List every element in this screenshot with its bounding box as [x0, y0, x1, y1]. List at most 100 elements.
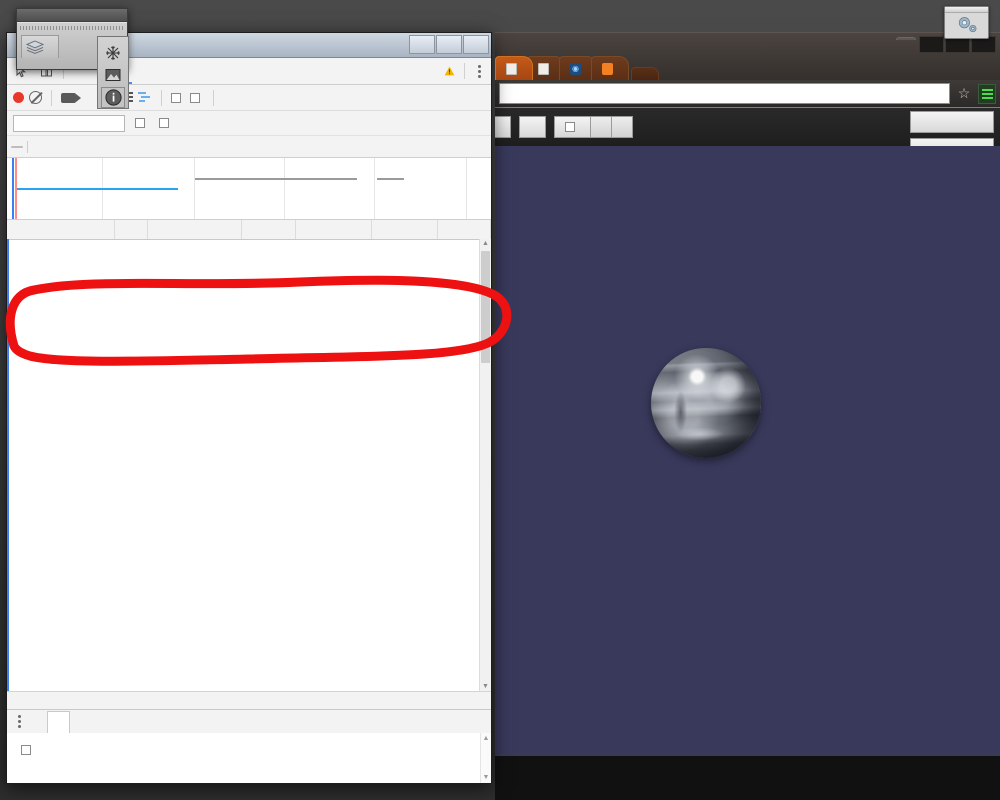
type-filter-ws[interactable] [116, 146, 128, 148]
network-overview-timeline[interactable] [7, 158, 491, 220]
drawer-tab-sensors[interactable] [47, 710, 70, 733]
type-filter-css[interactable] [56, 146, 68, 148]
devtools-minimize-button[interactable] [409, 35, 435, 54]
font-size-dropdown[interactable] [519, 116, 546, 138]
layers-vertical-toolbar [97, 36, 129, 109]
layers-floating-panel[interactable] [16, 8, 129, 109]
minimize-button[interactable] [919, 36, 944, 53]
type-filter-media[interactable] [80, 146, 92, 148]
devtools-close-button[interactable] [463, 35, 489, 54]
debug-layer-button[interactable] [612, 116, 633, 138]
clipped-toolbar-button[interactable] [495, 116, 511, 138]
disable-cache-checkbox[interactable] [190, 92, 204, 103]
network-status-bar [7, 691, 491, 709]
reflective-sphere [651, 348, 761, 458]
babylonjs-render-canvas[interactable] [495, 146, 1000, 754]
filter-input[interactable] [13, 114, 125, 132]
html5-icon [602, 62, 613, 75]
checkbox-icon[interactable] [135, 118, 145, 128]
layers-panel-titlebar [17, 9, 127, 22]
devtools-window-controls [409, 35, 489, 54]
hamburger-menu-icon[interactable] [978, 83, 996, 104]
column-header-name[interactable] [7, 220, 115, 240]
kebab-menu-icon[interactable] [471, 64, 487, 78]
divider [161, 89, 162, 106]
devtools-restore-button[interactable] [436, 35, 462, 54]
browser-tabstrip: ◉ [495, 55, 659, 80]
new-tab-button[interactable] [631, 67, 659, 80]
type-filter-xhr[interactable] [32, 146, 44, 148]
drag-grip-handle[interactable] [20, 26, 124, 30]
checkbox-icon[interactable] [21, 745, 31, 755]
checkbox-icon[interactable] [171, 92, 181, 103]
drawer-tab-console[interactable] [29, 711, 45, 733]
type-filter-manifest[interactable] [128, 146, 140, 148]
type-filter-js[interactable] [44, 146, 56, 148]
sensors-drawer-body: ▲ ▼ [7, 733, 491, 783]
document-icon [538, 62, 549, 75]
emulate-geolocation-checkbox[interactable] [21, 745, 35, 755]
waterfall-view-icon[interactable] [138, 92, 152, 103]
hide-data-urls-checkbox[interactable] [159, 118, 173, 128]
type-filter-img[interactable] [68, 146, 80, 148]
drawer-tabbar [7, 709, 491, 733]
scroll-down-arrow-icon[interactable]: ▼ [480, 683, 491, 690]
overview-request-bar [15, 188, 178, 190]
fullscreen-button[interactable] [910, 111, 994, 133]
clear-no-entry-icon[interactable] [29, 91, 42, 104]
playground-footer [495, 754, 1000, 800]
scrollbar-thumb[interactable] [481, 251, 490, 363]
divider [51, 89, 52, 106]
editor-toggle-button[interactable] [591, 116, 612, 138]
kebab-menu-icon[interactable] [11, 715, 27, 728]
checkbox-icon[interactable] [190, 92, 200, 103]
divider [27, 140, 28, 153]
gears-settings-window[interactable] [944, 6, 989, 39]
user-profile-badge[interactable] [896, 37, 916, 40]
scroll-down-arrow-icon[interactable]: ▼ [483, 774, 490, 781]
bookmark-star-icon[interactable]: ☆ [954, 85, 974, 102]
tab-timeline[interactable] [132, 58, 148, 84]
column-header-initiator[interactable] [241, 220, 296, 240]
network-requests-table[interactable]: ▲ ▼ [7, 220, 491, 691]
layers-tab[interactable] [21, 35, 59, 58]
warning-triangle-icon [444, 66, 455, 76]
overview-request-bar [195, 178, 357, 180]
column-header-time[interactable] [371, 220, 438, 240]
preserve-log-checkbox[interactable] [171, 92, 185, 103]
chrome-browser-window: ◉ ☆ [495, 32, 1000, 800]
gears-icon [958, 17, 976, 33]
type-filter-font[interactable] [92, 146, 104, 148]
column-header-size[interactable] [295, 220, 372, 240]
table-scrollbar[interactable]: ▲ ▼ [479, 239, 491, 691]
devtools-tabbar-right [444, 63, 491, 79]
info-icon[interactable] [101, 86, 125, 108]
scroll-up-arrow-icon[interactable]: ▲ [480, 240, 491, 247]
camera-filmstrip-icon[interactable] [61, 92, 81, 103]
image-icon[interactable] [101, 65, 125, 86]
type-filter-other[interactable] [140, 146, 152, 148]
browser-tab-4[interactable] [591, 56, 629, 80]
tab-resources[interactable] [164, 58, 180, 84]
drawer-scrollbar[interactable]: ▲ ▼ [480, 733, 491, 783]
requests-table [7, 220, 491, 240]
address-bar[interactable] [499, 83, 950, 104]
snowflake-icon[interactable] [101, 43, 125, 64]
scroll-up-arrow-icon[interactable]: ▲ [483, 735, 490, 742]
safe-mode-toggle[interactable] [554, 116, 591, 138]
tab-more-panels[interactable] [180, 58, 196, 84]
tab-profiles[interactable] [148, 58, 164, 84]
checkbox-icon[interactable] [565, 122, 575, 132]
browser-tab-1[interactable] [495, 56, 533, 80]
warning-badge[interactable] [444, 66, 458, 76]
column-header-type[interactable] [147, 220, 242, 240]
checkbox-icon[interactable] [159, 118, 169, 128]
type-filter-all[interactable] [11, 145, 23, 148]
regex-checkbox[interactable] [135, 118, 149, 128]
column-header-status[interactable] [114, 220, 148, 240]
record-dot-icon[interactable] [13, 92, 24, 103]
column-header-timeline[interactable] [437, 220, 491, 240]
type-filter-doc[interactable] [104, 146, 116, 148]
dom-content-loaded-marker [15, 158, 17, 219]
table-header-row [7, 220, 491, 240]
